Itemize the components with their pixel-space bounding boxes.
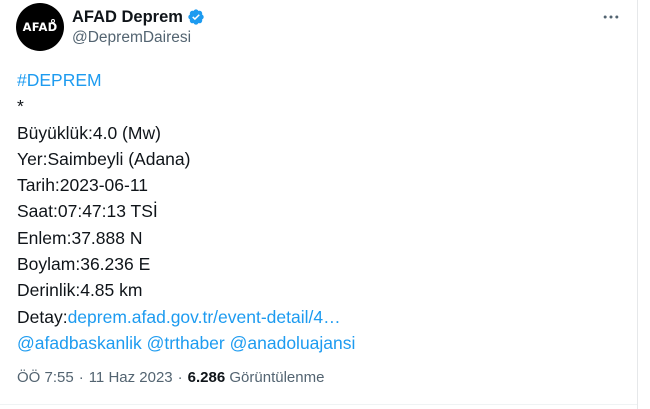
author-display-name[interactable]: AFAD Deprem bbox=[72, 8, 183, 27]
more-options-icon bbox=[603, 15, 619, 19]
column-divider bbox=[637, 0, 638, 409]
more-options-button[interactable] bbox=[600, 6, 622, 28]
location-line: Yer:Saimbeyli (Adana) bbox=[17, 148, 191, 169]
mention-anadoluajansi[interactable]: @anadoluajansi bbox=[230, 333, 356, 353]
latitude-line: Enlem:37.888 N bbox=[17, 227, 143, 248]
tweet-time[interactable]: ÖÖ 7:55 bbox=[17, 369, 74, 386]
avatar[interactable]: AFAD bbox=[16, 3, 64, 51]
avatar-registered-mark-icon bbox=[51, 19, 55, 23]
longitude-line: Boylam:36.236 E bbox=[17, 254, 151, 275]
magnitude-line: Büyüklük:4.0 (Mw) bbox=[17, 122, 161, 143]
depth-line: Derinlik:4.85 km bbox=[17, 280, 143, 301]
time-line: Saat:07:47:13 TSİ bbox=[17, 201, 158, 222]
detail-line: Detay:deprem.afad.gov.tr/event-detail/4… bbox=[17, 304, 617, 330]
tweet-date[interactable]: 11 Haz 2023 bbox=[89, 369, 173, 386]
mentions-line: @afadbaskanlik @trthaber @anadoluajansi bbox=[17, 330, 617, 356]
views-count[interactable]: 6.286 bbox=[188, 369, 226, 386]
meta-separator: · bbox=[78, 369, 84, 386]
detail-link[interactable]: deprem.afad.gov.tr/event-detail/4… bbox=[68, 307, 341, 327]
tweet-bottom-divider bbox=[0, 404, 637, 405]
verified-badge-icon[interactable] bbox=[187, 8, 205, 26]
views-label: Görüntülenme bbox=[229, 369, 325, 386]
detail-label: Detay: bbox=[17, 306, 68, 327]
tweet-text: #DEPREM * Büyüklük:4.0 (Mw) Yer:Saimbeyl… bbox=[17, 67, 617, 356]
author-handle[interactable]: @DepremDairesi bbox=[72, 29, 191, 47]
asterisk-line: * bbox=[17, 96, 24, 117]
hashtag-link[interactable]: #DEPREM bbox=[17, 70, 102, 90]
mention-afadbaskanlik[interactable]: @afadbaskanlik bbox=[17, 333, 142, 353]
mention-trthaber[interactable]: @trthaber bbox=[147, 333, 225, 353]
author-name-row: AFAD Deprem bbox=[72, 6, 205, 28]
date-line: Tarih:2023-06-11 bbox=[17, 175, 149, 196]
meta-separator: · bbox=[177, 369, 183, 386]
tweet-meta: ÖÖ 7:55 · 11 Haz 2023 · 6.286 Görüntülenme bbox=[17, 369, 324, 386]
